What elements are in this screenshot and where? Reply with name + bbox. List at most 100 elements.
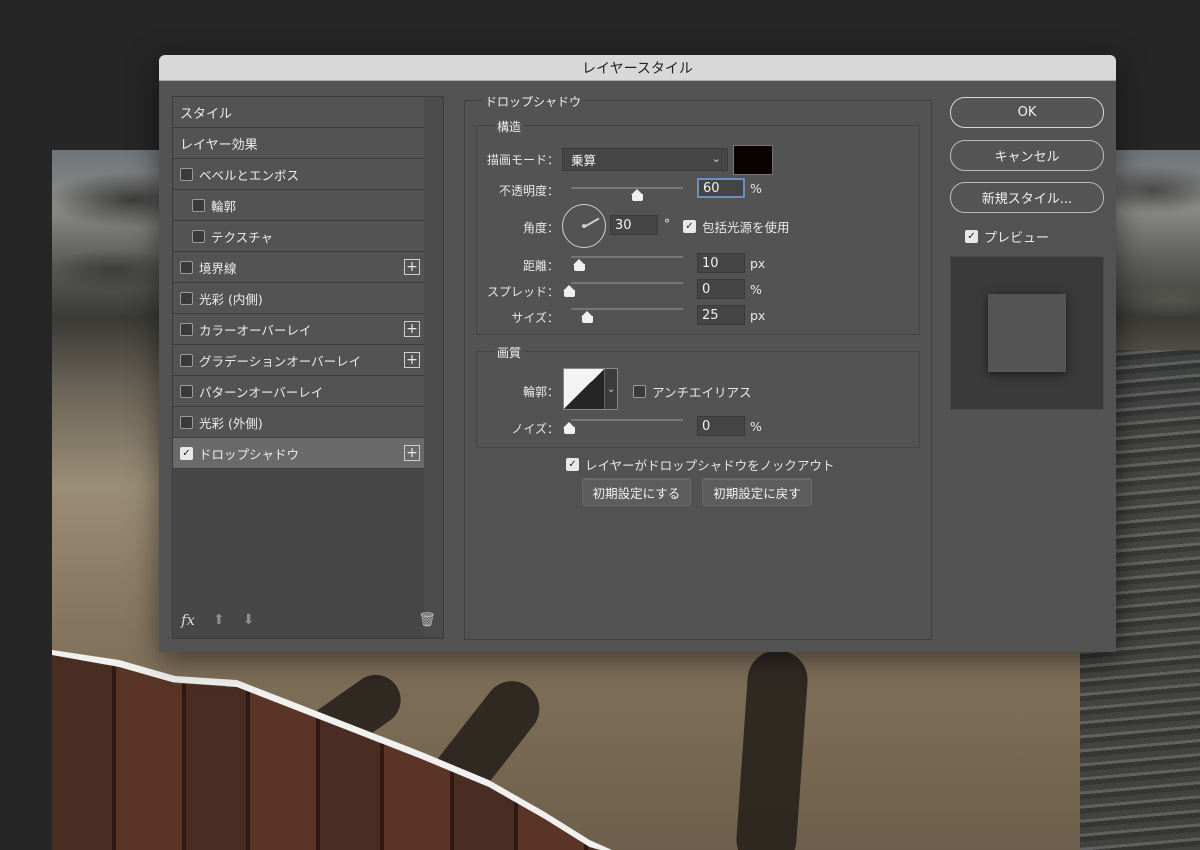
checkbox-icon[interactable] [180,167,193,181]
style-item[interactable]: レイヤー効果 [173,128,425,159]
spread-input[interactable]: 0 [697,279,745,299]
checkbox-icon[interactable] [633,385,646,398]
antialias-label: アンチエイリアス [652,385,752,400]
antialias-checkbox[interactable]: アンチエイリアス [633,382,752,401]
blend-mode-value: 乗算 [571,153,597,168]
spread-value: 0 [702,281,711,297]
noise-value: 0 [702,418,711,434]
layer-style-dialog: レイヤースタイル スタイルレイヤー効果ベベルとエンボス輪郭テクスチャ境界線 + 光彩… [159,55,1116,652]
angle-dial-center [582,224,586,228]
dialog-titlebar[interactable]: レイヤースタイル [159,55,1116,81]
style-item[interactable]: パターンオーバーレイ [173,376,425,407]
size-slider-thumb[interactable] [581,311,594,323]
checkbox-icon[interactable] [180,291,193,305]
checkbox-icon[interactable]: ✓ [683,220,696,233]
checkbox-icon[interactable]: ✓ [566,458,579,471]
style-item[interactable]: 境界線 + [173,252,425,283]
checkbox-icon[interactable] [192,198,205,212]
checkbox-icon[interactable]: ✓ [180,446,193,460]
size-value: 25 [702,307,719,323]
style-item-label: 境界線 [199,260,237,276]
checkbox-icon[interactable] [192,229,205,243]
style-item[interactable]: 輪郭 [173,190,425,221]
noise-label: ノイズ： [511,422,559,436]
cancel-button[interactable]: キャンセル [950,140,1104,171]
checkbox-icon[interactable] [180,322,193,336]
global-light-checkbox[interactable]: ✓ 包括光源を使用 [683,217,790,236]
style-item[interactable]: ✓ ドロップシャドウ + [173,438,425,469]
distance-slider-thumb[interactable] [573,259,586,271]
angle-unit: ° [664,216,671,231]
style-item[interactable]: ベベルとエンボス [173,159,425,190]
add-icon[interactable]: + [404,321,420,337]
distance-slider-track[interactable] [571,256,683,258]
checkbox-icon[interactable] [180,353,193,367]
chevron-down-icon[interactable]: ⌄ [604,369,617,409]
spread-slider-track[interactable] [571,282,683,284]
opacity-label: 不透明度： [498,184,559,198]
style-item[interactable]: カラーオーバーレイ + [173,314,425,345]
opacity-unit: % [750,181,762,196]
styles-footer: fx ⬆ ⬇ 🗑 [181,608,436,632]
noise-input[interactable]: 0 [697,416,745,436]
style-item-label: 輪郭 [211,198,237,214]
knockout-checkbox[interactable]: ✓ レイヤーがドロップシャドウをノックアウト [566,455,834,474]
add-icon[interactable]: + [404,445,420,461]
angle-input[interactable]: 30 [610,215,658,235]
checkbox-icon[interactable] [180,384,193,398]
style-item-label: 光彩 (内側) [199,291,263,307]
styles-scrollbar[interactable] [424,97,443,637]
style-item[interactable]: テクスチャ [173,221,425,252]
size-slider-track[interactable] [571,308,683,310]
new-style-button[interactable]: 新規スタイル... [950,182,1104,213]
trash-icon[interactable]: 🗑 [418,612,436,628]
distance-input[interactable]: 10 [697,253,745,273]
add-icon[interactable]: + [404,352,420,368]
distance-unit: px [750,256,766,271]
style-item[interactable]: スタイル [173,97,425,128]
blend-mode-select[interactable]: 乗算 ⌄ [562,148,728,171]
move-up-icon[interactable]: ⬆ [213,612,225,628]
opacity-slider-thumb[interactable] [631,189,644,201]
noise-unit: % [750,419,762,434]
checkbox-icon[interactable] [180,260,193,274]
reset-default-label: 初期設定に戻す [713,485,801,501]
size-unit: px [750,308,766,323]
dialog-title: レイヤースタイル [582,60,693,77]
opacity-value: 60 [703,180,720,196]
style-item-label: スタイル [180,106,233,122]
style-item-label: グラデーションオーバーレイ [199,353,362,369]
contour-preview [564,369,605,409]
styles-panel: スタイルレイヤー効果ベベルとエンボス輪郭テクスチャ境界線 + 光彩 (内側) カラーオ… [172,96,444,639]
opacity-slider-track[interactable] [571,187,683,189]
reset-default-button[interactable]: 初期設定に戻す [702,478,812,506]
chevron-down-icon: ⌄ [711,152,721,165]
style-item[interactable]: 光彩 (内側) [173,283,425,314]
checkbox-icon[interactable]: ✓ [965,230,978,243]
shadow-color-swatch[interactable] [733,145,773,175]
spread-slider-thumb[interactable] [563,285,576,297]
size-input[interactable]: 25 [697,305,745,325]
style-item[interactable]: グラデーションオーバーレイ + [173,345,425,376]
move-down-icon[interactable]: ⬇ [243,612,255,628]
angle-value: 30 [615,217,632,233]
make-default-button[interactable]: 初期設定にする [582,478,691,506]
fx-icon[interactable]: fx [181,611,195,629]
angle-dial[interactable] [562,204,606,248]
contour-label: 輪郭： [522,385,559,399]
ok-button[interactable]: OK [950,97,1104,128]
style-item-label: ベベルとエンボス [199,167,300,183]
preview-label: プレビュー [984,231,1050,246]
style-item[interactable]: 光彩 (外側) [173,407,425,438]
checkbox-icon[interactable] [180,415,193,429]
noise-slider-thumb[interactable] [563,422,576,434]
angle-label: 角度： [522,221,559,235]
contour-picker[interactable]: ⌄ [563,368,618,410]
preview-checkbox[interactable]: ✓ プレビュー [965,227,1049,246]
add-icon[interactable]: + [404,259,420,275]
style-item-label: カラーオーバーレイ [199,322,312,338]
noise-slider-track[interactable] [571,419,683,421]
section-title-quality: 画質 [495,344,524,361]
style-item-label: ドロップシャドウ [199,446,300,462]
opacity-input[interactable]: 60 [697,178,745,198]
